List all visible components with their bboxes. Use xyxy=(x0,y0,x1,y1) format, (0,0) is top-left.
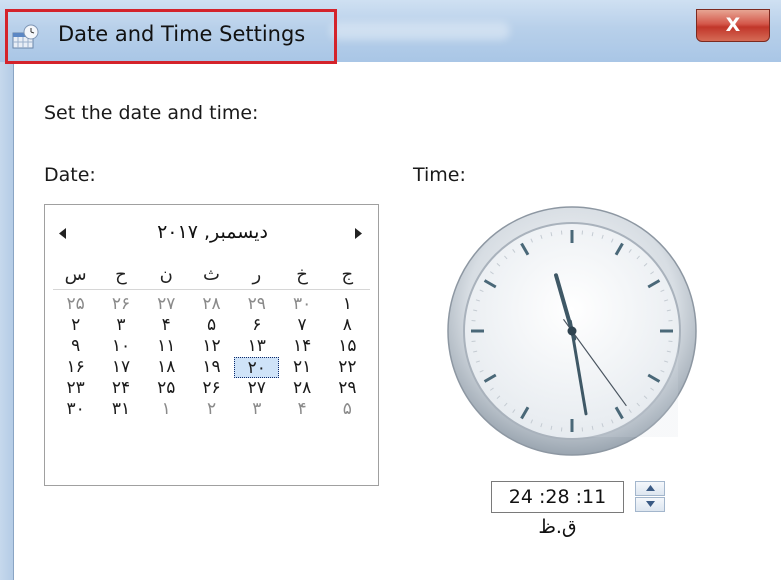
triangle-left-icon xyxy=(59,228,66,239)
clock-center-pin xyxy=(567,326,577,336)
calendar-day[interactable]: ۱۳ xyxy=(234,336,279,357)
calendar-week-row: ۲۲ ۲۱ ۲۰ ۱۹ ۱۸ ۱۷ ۱۶ xyxy=(53,357,370,378)
calendar-day[interactable]: ۸ xyxy=(325,315,370,336)
chevron-up-icon xyxy=(645,485,655,491)
calendar-day[interactable]: ۱۷ xyxy=(98,357,143,378)
calendar-day[interactable]: ۱۱ xyxy=(144,336,189,357)
calendar-day[interactable]: ۱ xyxy=(144,399,189,420)
calendar-day[interactable]: ۷ xyxy=(279,315,324,336)
weekday-label: ر xyxy=(252,264,262,285)
time-label: Time: xyxy=(413,164,466,186)
calendar-day[interactable]: ۲۹ xyxy=(325,378,370,399)
calendar-week-row: ۱ ۳۰ ۲۹ ۲۸ ۲۷ ۲۶ ۲۵ xyxy=(53,294,370,315)
calendar-day[interactable]: ۳۰ xyxy=(53,399,98,420)
weekday-label: ح xyxy=(115,264,127,285)
weekday-label: ج xyxy=(341,264,354,285)
calendar-week-row: ۵ ۴ ۳ ۲ ۱ ۳۱ ۳۰ xyxy=(53,399,370,420)
calendar-day[interactable]: ۱۲ xyxy=(189,336,234,357)
title-highlight-box xyxy=(5,9,337,64)
weekday-label: ث xyxy=(203,264,220,285)
calendar-day[interactable]: ۳ xyxy=(98,315,143,336)
calendar-day[interactable]: ۲۶ xyxy=(189,378,234,399)
calendar-day[interactable]: ۲۶ xyxy=(98,294,143,315)
calendar-day[interactable]: ۱۵ xyxy=(325,336,370,357)
analog-clock xyxy=(447,206,697,456)
calendar-day[interactable]: ۲۷ xyxy=(234,378,279,399)
calendar-day[interactable]: ۱۸ xyxy=(144,357,189,378)
time-spin-down-button[interactable] xyxy=(635,497,665,512)
calendar: دیسمبر, ۲۰۱۷ ج خ ر ث ن ح س ۱ ۳۰ ۲۹ ۲۸ ۲۷ ۲۶ ۲۵ ۸ ۷ ۶ ۵ ۴ ۳ ۲… xyxy=(44,204,379,486)
page-heading: Set the date and time: xyxy=(44,102,259,124)
triangle-right-icon xyxy=(355,228,362,239)
calendar-day[interactable]: ۵ xyxy=(189,315,234,336)
close-button[interactable]: X xyxy=(696,9,770,42)
calendar-month-title[interactable]: دیسمبر, ۲۰۱۷ xyxy=(105,221,320,243)
calendar-day[interactable]: ۲۱ xyxy=(279,357,324,378)
calendar-day[interactable]: ۱۰ xyxy=(98,336,143,357)
calendar-day[interactable]: ۹ xyxy=(53,336,98,357)
calendar-day[interactable]: ۱۴ xyxy=(279,336,324,357)
calendar-next-button[interactable] xyxy=(355,228,362,243)
calendar-day[interactable]: ۴ xyxy=(279,399,324,420)
time-spin-up-button[interactable] xyxy=(635,481,665,496)
calendar-day-selected[interactable]: ۲۰ xyxy=(234,357,280,378)
calendar-day[interactable]: ۳ xyxy=(234,399,279,420)
calendar-day[interactable]: ۲۳ xyxy=(53,378,98,399)
calendar-week-row: ۲۹ ۲۸ ۲۷ ۲۶ ۲۵ ۲۴ ۲۳ xyxy=(53,378,370,399)
calendar-week-row: ۱۵ ۱۴ ۱۳ ۱۲ ۱۱ ۱۰ ۹ xyxy=(53,336,370,357)
calendar-day[interactable]: ۲ xyxy=(189,399,234,420)
window-frame-left xyxy=(0,62,14,580)
calendar-week-row: ۸۷۶۵۴۳۲ xyxy=(53,315,370,336)
chevron-down-icon xyxy=(645,501,655,507)
calendar-day[interactable]: ۲۹ xyxy=(234,294,279,315)
calendar-day[interactable]: ۲۵ xyxy=(53,294,98,315)
calendar-day[interactable]: ۴ xyxy=(144,315,189,336)
calendar-day[interactable]: ۲۴ xyxy=(98,378,143,399)
calendar-grid: ج خ ر ث ن ح س ۱ ۳۰ ۲۹ ۲۸ ۲۷ ۲۶ ۲۵ ۸ ۷ ۶ ۵ ۴ ۳ ۲ ۱۵ ۱۴ ۱۳ ۱۲ ۱۱ ۱۰ ۹… xyxy=(53,263,370,420)
weekday-label: س xyxy=(64,264,87,285)
calendar-weekday-header: جخرثنحس xyxy=(53,263,370,290)
calendar-day[interactable]: ۱۹ xyxy=(189,357,234,378)
calendar-day[interactable]: ۲۲ xyxy=(325,357,370,378)
calendar-day[interactable]: ۳۱ xyxy=(98,399,143,420)
calendar-day[interactable]: ۲۵ xyxy=(144,378,189,399)
calendar-day[interactable]: ۲۸ xyxy=(279,378,324,399)
calendar-day[interactable]: ۲ xyxy=(53,315,98,336)
date-label: Date: xyxy=(44,164,96,186)
weekday-label: ن xyxy=(159,264,173,285)
time-input[interactable]: 11: 28: 24 ق.ظ xyxy=(491,481,624,538)
calendar-day[interactable]: ۳۰ xyxy=(279,294,324,315)
calendar-day[interactable]: ۵ xyxy=(325,399,370,420)
calendar-prev-button[interactable] xyxy=(59,228,66,243)
weekday-label: خ xyxy=(296,264,308,285)
calendar-day[interactable]: ۱ xyxy=(325,294,370,315)
calendar-day[interactable]: ۲۸ xyxy=(189,294,234,315)
calendar-day[interactable]: ۶ xyxy=(234,315,279,336)
calendar-day[interactable]: ۱۶ xyxy=(53,357,98,378)
calendar-day[interactable]: ۲۷ xyxy=(144,294,189,315)
